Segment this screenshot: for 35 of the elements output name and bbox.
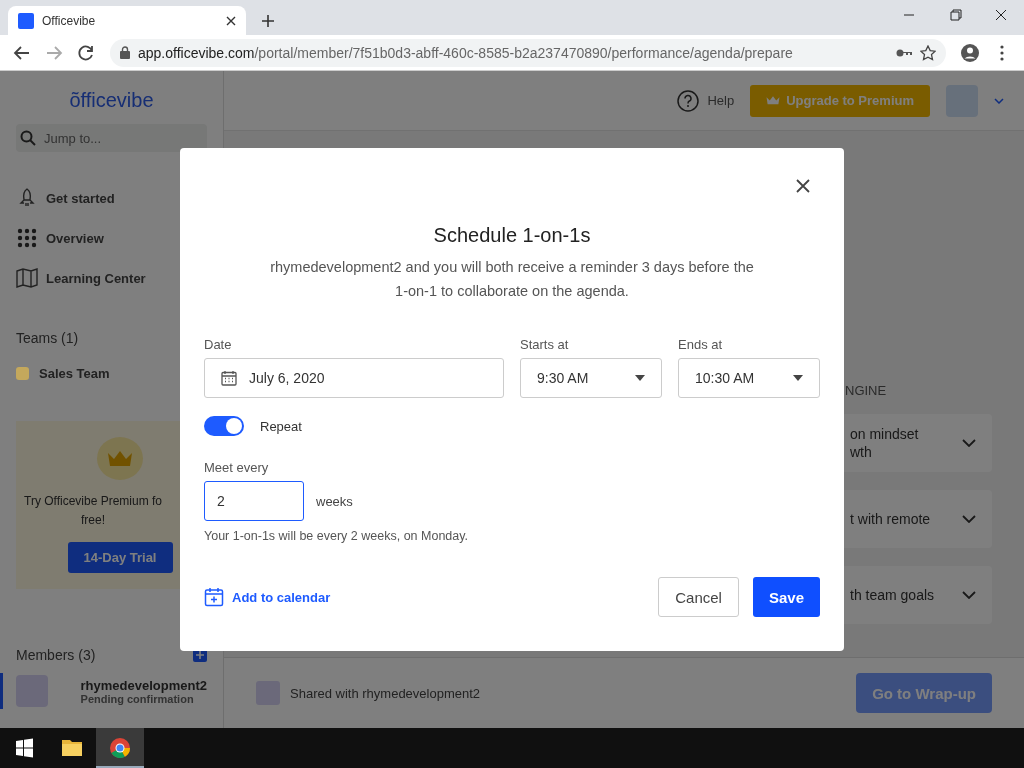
interval-field[interactable]: 2 [204,481,304,521]
recurrence-summary: Your 1-on-1s will be every 2 weeks, on Monday. [204,529,470,543]
save-button[interactable]: Save [752,577,820,617]
add-to-calendar-link[interactable]: Add to calendar [204,587,331,607]
end-time-dropdown[interactable]: 10:30 AM [678,358,820,398]
nav-item[interactable]: Get started [16,178,207,218]
cancel-button[interactable]: Cancel [658,577,739,617]
section-heading: Teams (1) [16,330,80,346]
nav-item[interactable]: Overview [16,218,207,258]
trial-button[interactable]: 14-Day Trial [67,542,173,573]
card-title: on mindset wth [850,425,919,461]
field-label: Meet every [204,460,270,475]
logo[interactable]: õfficevibe [16,89,207,112]
field-label: Date [204,337,233,352]
browser-tab[interactable]: Officevibe [8,6,246,35]
address-bar[interactable]: app.officevibe.com/portal/member/7f51b0d3-abff-460c-8585-b2a237470890/performance/agenda/prepare [110,38,946,67]
section-heading: Members (3) [16,647,96,663]
card-title: th team goals [850,586,935,604]
search-field[interactable]: Jump to... [16,124,207,152]
toggle-label: Repeat [260,418,302,434]
unit-label: weeks [316,493,353,509]
promo-text: Try Officevibe Premium fo free! [24,493,163,529]
dialog-description: rhymedevelopment2 and you will both receive a reminder 3 days before the 1-on-1 to collaborate on the agenda. [269,258,755,301]
help-link[interactable]: Help [677,89,735,112]
shared-text: Shared with rhymedevelopment2 [290,685,481,701]
member-item[interactable]: rhymedevelopment2 Pending confirmation [0,673,207,709]
dialog-title: Schedule 1-on-1s [432,224,592,247]
field-label: Starts at [520,337,570,352]
field-label: Ends at [678,337,724,352]
date-field[interactable]: July 6, 2020 [204,358,504,398]
team-item[interactable]: Sales Team [39,366,110,381]
start-time-dropdown[interactable]: 9:30 AM [520,358,662,398]
nav-item[interactable]: Learning Center [16,258,207,298]
section-label: NGINE [845,383,888,398]
card-title: t with remote [850,510,931,528]
